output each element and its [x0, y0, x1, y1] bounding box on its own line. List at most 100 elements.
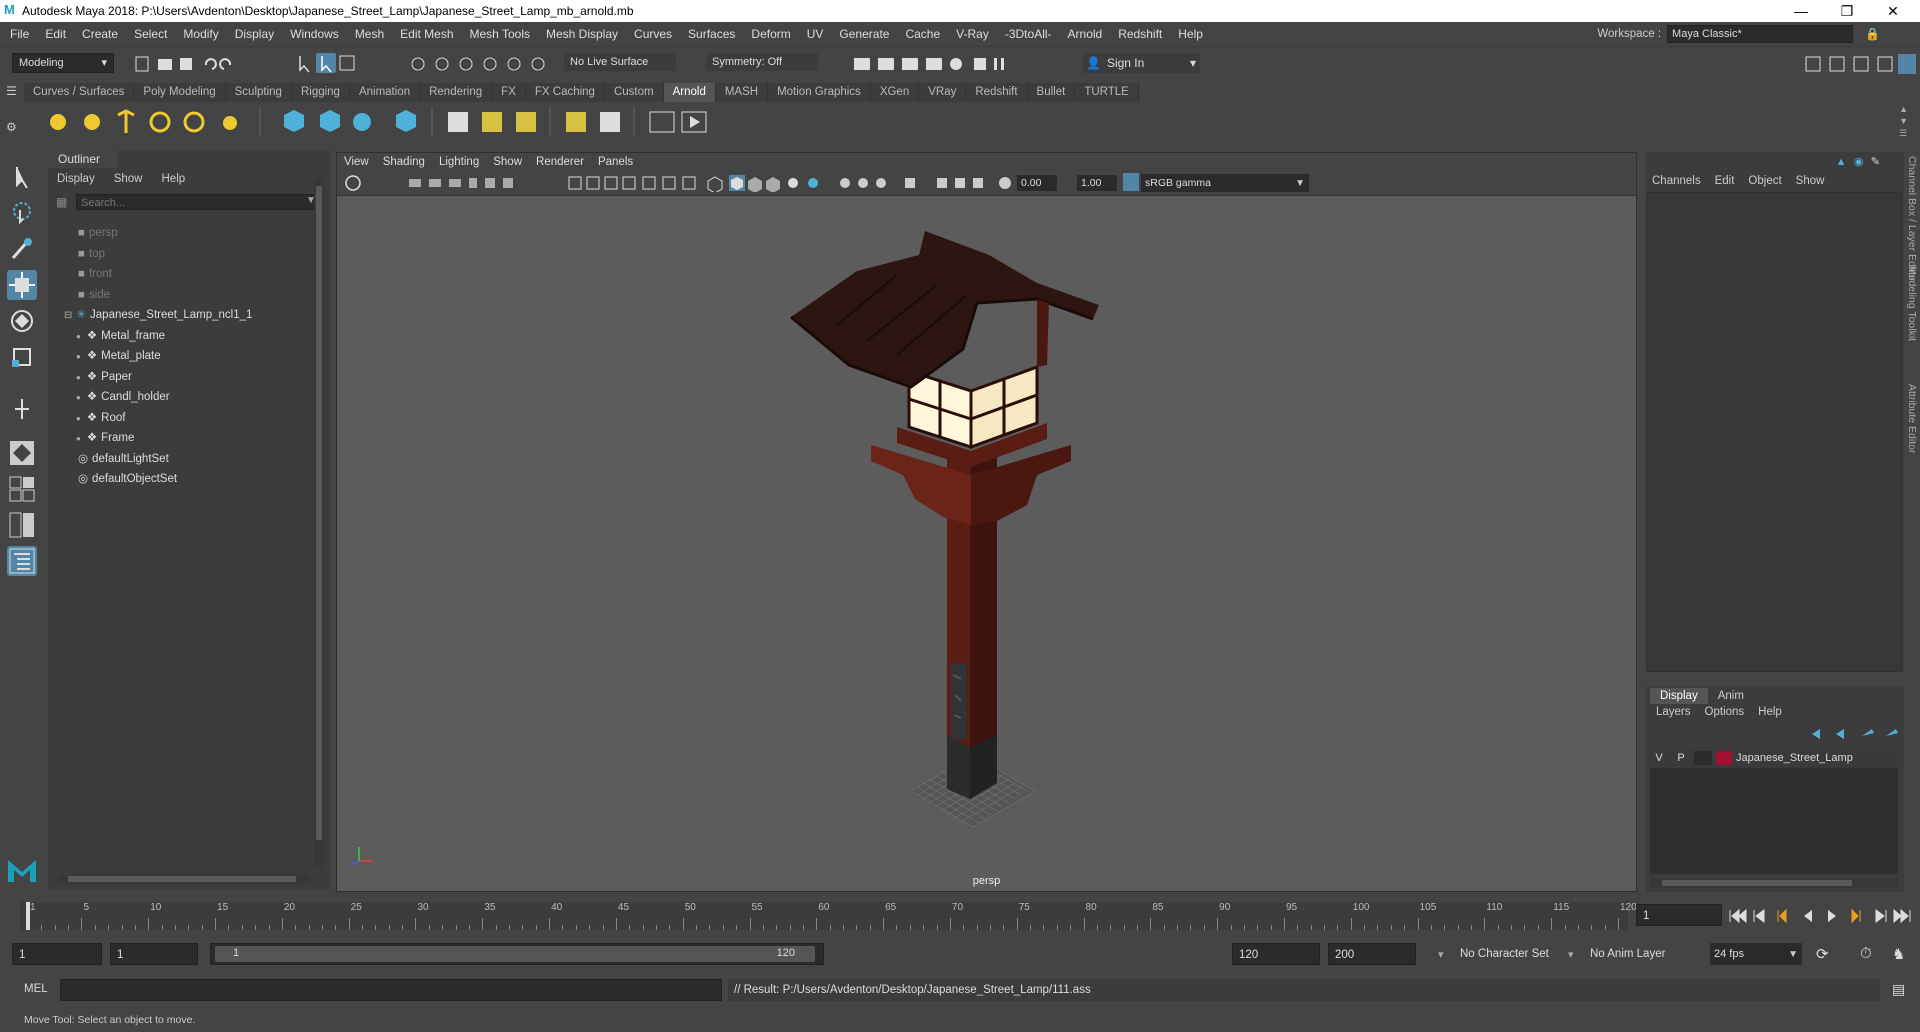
menu-file[interactable]: File — [2, 22, 37, 46]
live-surface-field[interactable]: No Live Surface — [564, 53, 676, 71]
arnold-shelf-icons[interactable] — [24, 103, 824, 141]
script-editor-icon[interactable]: ▤ — [1892, 981, 1905, 998]
channel-menu-edit[interactable]: Edit — [1709, 175, 1743, 187]
viewport-menu-shading[interactable]: Shading — [376, 153, 432, 171]
lock-icon[interactable]: 🔒 — [1865, 27, 1880, 41]
preferences-icon[interactable]: ♞ — [1892, 945, 1905, 963]
shelf-tab-redshift[interactable]: Redshift — [966, 83, 1028, 102]
channel-menu-show[interactable]: Show — [1790, 175, 1833, 187]
side-tab-modeling-toolkit[interactable]: Modeling Toolkit — [1906, 266, 1918, 341]
outliner-search-input[interactable]: Search... — [76, 194, 322, 210]
range-slider-handle[interactable]: 1 120 — [215, 946, 815, 962]
shelf-tab-rendering[interactable]: Rendering — [420, 83, 493, 102]
layer-row[interactable]: V P Japanese_Street_Lamp — [1650, 748, 1898, 768]
menu-windows[interactable]: Windows — [282, 22, 347, 46]
layer-name[interactable]: Japanese_Street_Lamp — [1736, 752, 1853, 764]
menu-modify[interactable]: Modify — [175, 22, 226, 46]
collapse-icon[interactable]: ⊟ — [64, 310, 72, 321]
panel-toggle-icons[interactable] — [1804, 54, 1916, 74]
viewport-menu-renderer[interactable]: Renderer — [529, 153, 591, 171]
menu-3dtoall[interactable]: -3DtoAll- — [997, 22, 1060, 46]
menu-display[interactable]: Display — [227, 22, 282, 46]
shelf-tab-vray[interactable]: VRay — [919, 83, 967, 102]
layer-playback-toggle[interactable]: P — [1672, 752, 1690, 764]
menu-generate[interactable]: Generate — [831, 22, 897, 46]
menu-cache[interactable]: Cache — [897, 22, 948, 46]
character-set-dropdown[interactable]: No Character Set — [1460, 948, 1549, 960]
outliner-item[interactable]: ■ side — [64, 286, 110, 304]
menu-select[interactable]: Select — [126, 22, 175, 46]
outliner-menu-show[interactable]: Show — [105, 173, 153, 185]
select-mode-icons[interactable] — [294, 53, 360, 75]
mel-label[interactable]: MEL — [24, 983, 48, 995]
gamma-field[interactable]: 1.00 — [1077, 175, 1117, 191]
close-icon[interactable]: ✕ — [1870, 0, 1916, 22]
viewport-menu-lighting[interactable]: Lighting — [432, 153, 486, 171]
menu-arnold[interactable]: Arnold — [1060, 22, 1111, 46]
outliner-item[interactable]: ⊟ ✳ Japanese_Street_Lamp_ncl1_1 — [64, 306, 252, 324]
menu-create[interactable]: Create — [74, 22, 126, 46]
outliner-item[interactable]: ● ❖ Frame — [76, 429, 134, 447]
time-slider-track[interactable]: 1 5 10 15 20 25 30 35 40 45 50 55 60 65 70 75 80 85 90 95 10… — [20, 902, 1637, 930]
viewport-panel[interactable]: View Shading Lighting Show Renderer Panels 0.… — [336, 152, 1637, 892]
menu-curves[interactable]: Curves — [626, 22, 680, 46]
current-frame-marker[interactable] — [26, 902, 30, 930]
outliner-item[interactable]: ● ❖ Paper — [76, 368, 132, 386]
end-frame-field[interactable]: 200 — [1328, 943, 1416, 965]
layer-color-swatch[interactable] — [1716, 751, 1732, 765]
color-space-dropdown[interactable]: sRGB gamma ▼ — [1141, 174, 1309, 192]
shelf-tab-bullet[interactable]: Bullet — [1027, 83, 1076, 102]
loop-icon[interactable]: ⟳ — [1816, 945, 1829, 963]
outliner-menu-display[interactable]: Display — [48, 173, 105, 185]
range-slider-bar[interactable]: 1 120 — [210, 943, 824, 965]
file-tools-icons[interactable] — [134, 55, 254, 73]
menu-surfaces[interactable]: Surfaces — [680, 22, 743, 46]
playback-end-field[interactable]: 120 — [1232, 943, 1320, 965]
channel-menu-channels[interactable]: Channels — [1646, 175, 1709, 187]
rotate-tool[interactable] — [7, 306, 37, 336]
menu-mesh-display[interactable]: Mesh Display — [538, 22, 626, 46]
four-pane-layout[interactable] — [7, 474, 37, 504]
shelf-tab-custom[interactable]: Custom — [604, 83, 664, 102]
layer-menu-options[interactable]: Options — [1699, 706, 1753, 718]
menu-mesh[interactable]: Mesh — [347, 22, 392, 46]
select-tool[interactable] — [7, 162, 37, 192]
outliner-item[interactable]: ● ❖ Metal_frame — [76, 327, 165, 345]
two-pane-layout[interactable] — [7, 510, 37, 540]
viewport-tool-icons[interactable] — [345, 174, 1045, 192]
channel-icon[interactable]: ▲ — [1836, 156, 1847, 168]
shelf-tab-fx[interactable]: FX — [492, 83, 526, 102]
menu-uv[interactable]: UV — [799, 22, 832, 46]
attribute-icon[interactable]: ◉ — [1854, 156, 1864, 168]
current-frame-field[interactable]: 1 — [1636, 904, 1722, 926]
outliner-hscrollbar[interactable] — [58, 874, 310, 884]
minimize-icon[interactable]: — — [1778, 0, 1824, 22]
menu-v-ray[interactable]: V-Ray — [948, 22, 997, 46]
outliner-item[interactable]: ■ top — [64, 245, 105, 263]
playback-start-field[interactable]: 1 — [110, 943, 198, 965]
shelf-tab-animation[interactable]: Animation — [349, 83, 421, 102]
shelf-tab-poly-modeling[interactable]: Poly Modeling — [134, 83, 226, 102]
playback-controls[interactable] — [1728, 906, 1914, 926]
menu-deform[interactable]: Deform — [743, 22, 798, 46]
mode-dropdown[interactable]: Modeling ▾ — [12, 53, 114, 73]
single-pane-layout[interactable] — [7, 438, 37, 468]
time-slider[interactable]: 1 5 10 15 20 25 30 35 40 45 50 55 60 65 70 75 80 85 90 95 10… — [0, 896, 1920, 936]
scene-render[interactable] — [337, 195, 1636, 873]
auto-key-icon[interactable]: ⏱ — [1860, 945, 1872, 962]
menu-help[interactable]: Help — [1170, 22, 1211, 46]
shelf-menu-icon[interactable]: ☰ — [6, 84, 17, 98]
anim-layer-dropdown[interactable]: No Anim Layer — [1590, 948, 1665, 960]
outliner-layout[interactable] — [7, 546, 37, 576]
filter-icon[interactable]: ▦ — [56, 195, 67, 209]
side-tab-attribute-editor[interactable]: Attribute Editor — [1906, 384, 1918, 453]
scale-tool[interactable] — [7, 342, 37, 372]
menu-edit-mesh[interactable]: Edit Mesh — [392, 22, 461, 46]
menu-redshift[interactable]: Redshift — [1110, 22, 1170, 46]
layer-visibility-toggle[interactable]: V — [1650, 752, 1668, 764]
shelf-tab-xgen[interactable]: XGen — [870, 83, 920, 102]
sign-in-button[interactable]: 👤 Sign In ▾ — [1082, 53, 1200, 73]
move-tool[interactable] — [7, 270, 37, 300]
shelf-scroll[interactable]: ▲ ▼ ☰ — [1899, 103, 1908, 139]
shelf-tab-motion-graphics[interactable]: Motion Graphics — [768, 83, 871, 102]
